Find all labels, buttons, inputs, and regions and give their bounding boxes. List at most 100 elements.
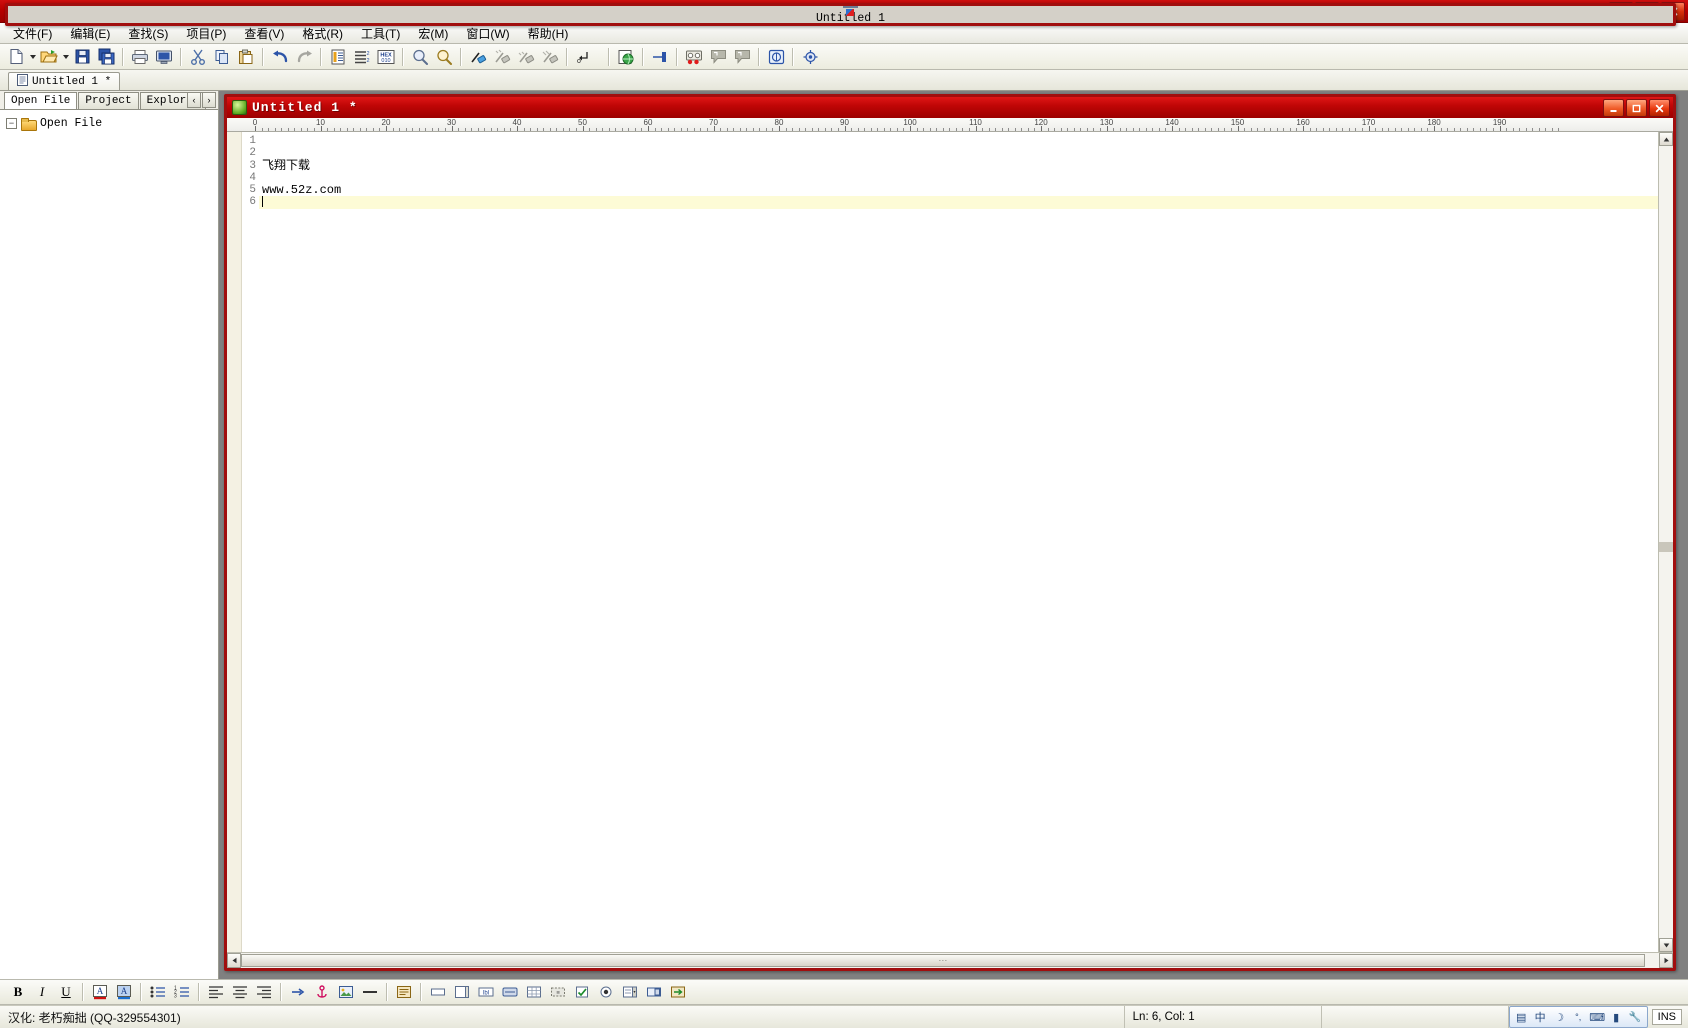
insert-hidden-icon[interactable]: ≡ bbox=[546, 981, 570, 1003]
insert-form-icon[interactable] bbox=[392, 981, 416, 1003]
spell-check-icon[interactable] bbox=[764, 45, 788, 68]
sidebar-tab-open-file[interactable]: Open File bbox=[4, 92, 78, 109]
sidebar-tab-project[interactable]: Project bbox=[78, 92, 139, 109]
font-color-icon[interactable]: A bbox=[88, 981, 112, 1003]
vertical-scrollbar[interactable] bbox=[1658, 132, 1673, 952]
macro-record-icon[interactable] bbox=[682, 45, 706, 68]
code-line[interactable] bbox=[259, 147, 1658, 159]
bookmark-margin[interactable] bbox=[227, 132, 242, 952]
find-next-icon[interactable] bbox=[432, 45, 456, 68]
ime-panel-icon[interactable]: ▤ bbox=[1514, 1010, 1529, 1025]
align-left-icon[interactable] bbox=[204, 981, 228, 1003]
print-icon[interactable] bbox=[128, 45, 152, 68]
pin-window-icon[interactable] bbox=[648, 45, 672, 68]
bold-button[interactable]: B bbox=[6, 981, 30, 1003]
ime-keyboard-icon[interactable]: ⌨ bbox=[1589, 1010, 1605, 1025]
child-close-button[interactable] bbox=[1649, 99, 1670, 117]
horizontal-rule-icon[interactable] bbox=[358, 981, 382, 1003]
bookmark-prev-icon[interactable] bbox=[514, 45, 538, 68]
tree-node-root[interactable]: − Open File bbox=[6, 115, 218, 132]
ime-settings-icon[interactable]: 🔧 bbox=[1628, 1010, 1643, 1025]
scroll-left-button[interactable] bbox=[227, 953, 241, 968]
open-file-icon[interactable] bbox=[37, 45, 61, 68]
uncomment-block-icon[interactable] bbox=[730, 45, 754, 68]
comment-block-icon[interactable] bbox=[706, 45, 730, 68]
tree-expander-icon[interactable]: − bbox=[6, 118, 17, 129]
settings-icon[interactable] bbox=[798, 45, 822, 68]
cut-icon[interactable] bbox=[186, 45, 210, 68]
ime-punct-icon[interactable]: °, bbox=[1571, 1010, 1586, 1025]
scroll-up-button[interactable] bbox=[1659, 132, 1673, 146]
ruler-minor-tick bbox=[307, 128, 309, 131]
undo-icon[interactable] bbox=[268, 45, 292, 68]
new-file-dropdown-arrow[interactable] bbox=[28, 46, 37, 67]
italic-button[interactable]: I bbox=[30, 981, 54, 1003]
column-mode-icon[interactable] bbox=[326, 45, 350, 68]
print-preview-icon[interactable] bbox=[152, 45, 176, 68]
insert-button-icon[interactable] bbox=[498, 981, 522, 1003]
ime-chinese-icon[interactable]: 中 bbox=[1533, 1010, 1548, 1025]
ruler-minor-tick bbox=[1375, 128, 1377, 131]
insert-radio-icon[interactable] bbox=[594, 981, 618, 1003]
show-whitespace-icon[interactable]: o bbox=[572, 45, 596, 68]
numbered-list-icon[interactable]: 123 bbox=[170, 981, 194, 1003]
find-icon[interactable] bbox=[408, 45, 432, 68]
child-minimize-button[interactable] bbox=[1603, 99, 1624, 117]
bookmark-clear-icon[interactable] bbox=[538, 45, 562, 68]
save-all-icon[interactable] bbox=[94, 45, 118, 68]
align-right-icon[interactable] bbox=[252, 981, 276, 1003]
code-text-area[interactable]: 飞翔下载 www.52z.com bbox=[259, 132, 1658, 952]
paste-icon[interactable] bbox=[234, 45, 258, 68]
bullet-list-icon[interactable] bbox=[146, 981, 170, 1003]
vertical-scroll-track[interactable] bbox=[1659, 146, 1673, 938]
toolbar-separator bbox=[402, 47, 404, 66]
ruler-minor-tick bbox=[818, 128, 820, 131]
ruler-label: 160 bbox=[1296, 118, 1310, 127]
hex-mode-icon[interactable]: HEX 010 bbox=[374, 45, 398, 68]
insert-label-icon[interactable]: lbl bbox=[474, 981, 498, 1003]
redo-icon[interactable] bbox=[292, 45, 316, 68]
highlight-color-icon[interactable]: A bbox=[112, 981, 136, 1003]
code-line[interactable]: 飞翔下载 bbox=[259, 159, 1658, 172]
bookmark-toggle-icon[interactable] bbox=[466, 45, 490, 68]
scroll-down-button[interactable] bbox=[1659, 938, 1673, 952]
child-maximize-button[interactable] bbox=[1626, 99, 1647, 117]
horizontal-scrollbar[interactable]: ⋯ bbox=[227, 952, 1673, 968]
bookmark-next-icon[interactable] bbox=[490, 45, 514, 68]
horizontal-scroll-track[interactable]: ⋯ bbox=[241, 953, 1659, 968]
preview-browser-icon[interactable] bbox=[614, 45, 638, 68]
doc-tab-untitled-1[interactable]: Untitled 1 * bbox=[8, 72, 121, 90]
copy-icon[interactable] bbox=[210, 45, 234, 68]
status-cursor-position: Ln: 6, Col: 1 bbox=[1123, 1006, 1321, 1028]
sidebar-tab-next-button[interactable]: › bbox=[202, 92, 216, 108]
ime-soft-keyboard-icon[interactable]: ▮ bbox=[1609, 1010, 1624, 1025]
insert-file-icon[interactable] bbox=[642, 981, 666, 1003]
ruler-minor-tick bbox=[1407, 128, 1409, 131]
insert-table-icon[interactable] bbox=[522, 981, 546, 1003]
open-file-dropdown-arrow[interactable] bbox=[61, 46, 70, 67]
insert-select-icon[interactable] bbox=[618, 981, 642, 1003]
insert-textarea-icon[interactable] bbox=[450, 981, 474, 1003]
vertical-scroll-thumb[interactable] bbox=[1659, 542, 1673, 552]
line-numbers-icon[interactable]: 22 bbox=[350, 45, 374, 68]
insert-link-icon[interactable] bbox=[286, 981, 310, 1003]
code-line[interactable] bbox=[259, 135, 1658, 147]
scroll-right-button[interactable] bbox=[1659, 953, 1673, 968]
status-insert-mode[interactable]: INS bbox=[1651, 1009, 1682, 1025]
save-icon[interactable] bbox=[70, 45, 94, 68]
sidebar-tab-prev-button[interactable]: ‹ bbox=[187, 92, 201, 108]
ruler-minor-tick bbox=[759, 128, 761, 131]
ime-moon-icon[interactable]: ☽ bbox=[1552, 1010, 1567, 1025]
insert-image-icon[interactable] bbox=[334, 981, 358, 1003]
code-line[interactable] bbox=[259, 172, 1658, 184]
insert-submit-icon[interactable] bbox=[666, 981, 690, 1003]
code-line[interactable] bbox=[259, 196, 1658, 209]
code-line[interactable]: www.52z.com bbox=[259, 184, 1658, 197]
new-file-icon[interactable] bbox=[4, 45, 28, 68]
horizontal-scroll-thumb[interactable]: ⋯ bbox=[241, 954, 1645, 967]
insert-anchor-icon[interactable] bbox=[310, 981, 334, 1003]
insert-checkbox-icon[interactable] bbox=[570, 981, 594, 1003]
align-center-icon[interactable] bbox=[228, 981, 252, 1003]
insert-textbox-icon[interactable] bbox=[426, 981, 450, 1003]
underline-button[interactable]: U bbox=[54, 981, 78, 1003]
